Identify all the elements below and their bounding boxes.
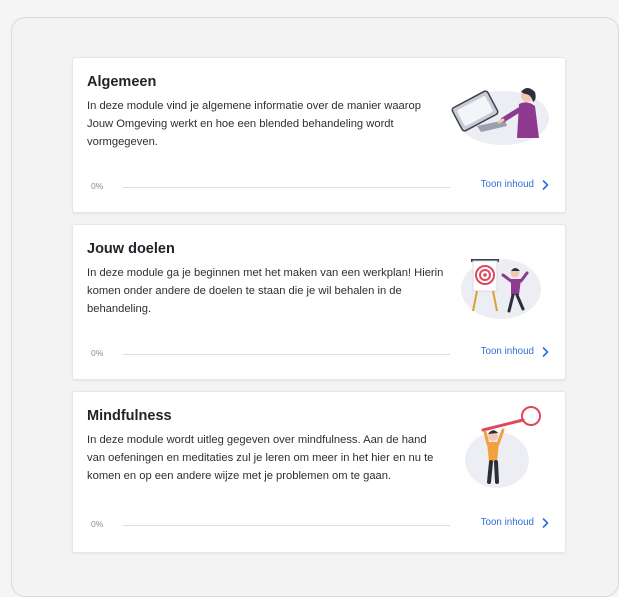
chevron-right-icon (542, 346, 549, 357)
show-content-link[interactable]: Toon inhoud (481, 179, 549, 190)
show-content-link[interactable]: Toon inhoud (481, 346, 549, 357)
module-card-algemeen: Algemeen In deze module vind je algemene… (72, 57, 566, 213)
show-content-link[interactable]: Toon inhoud (481, 517, 549, 528)
progress-label: 0% (91, 181, 104, 191)
module-description: In deze module vind je algemene informat… (87, 100, 421, 148)
module-description: In deze module ga je beginnen met het ma… (87, 267, 444, 315)
module-card-jouw-doelen: Jouw doelen In deze module ga je beginne… (72, 224, 566, 380)
chevron-right-icon (542, 517, 549, 528)
person-with-magnifier-illustration (447, 400, 551, 497)
show-content-label: Toon inhoud (480, 346, 534, 357)
target-on-easel-illustration (447, 249, 551, 326)
progress-bar (123, 354, 450, 355)
progress-row: 0% Toon inhoud (87, 346, 551, 361)
chevron-right-icon (542, 179, 549, 190)
show-content-label: Toon inhoud (480, 517, 534, 528)
progress-label: 0% (91, 519, 104, 529)
module-title: Mindfulness (87, 408, 172, 424)
person-at-laptop-illustration (447, 82, 551, 155)
module-title: Algemeen (87, 74, 157, 90)
progress-label: 0% (91, 348, 104, 358)
module-description: In deze module wordt uitleg gegeven over… (87, 434, 434, 482)
module-title: Jouw doelen (87, 241, 175, 257)
progress-bar (123, 525, 450, 526)
show-content-label: Toon inhoud (480, 179, 534, 190)
progress-bar (123, 187, 450, 188)
progress-row: 0% Toon inhoud (87, 179, 551, 194)
progress-row: 0% Toon inhoud (87, 517, 551, 532)
module-card-mindfulness: Mindfulness In deze module wordt uitleg … (72, 391, 566, 553)
